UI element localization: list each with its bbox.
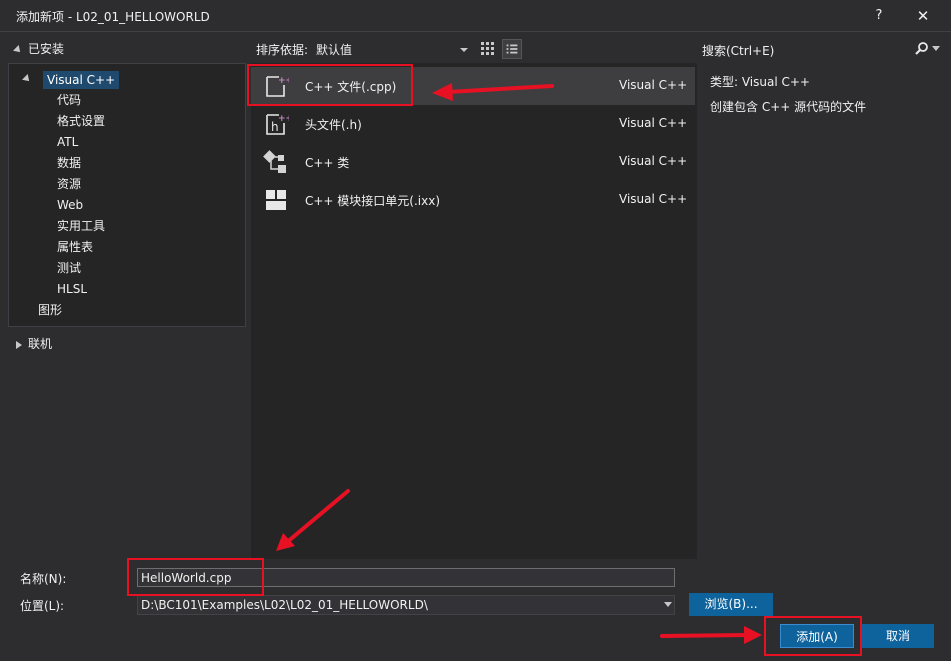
item-name: C++ 模块接口单元(.ixx) xyxy=(305,194,441,208)
tree-node-property-sheets[interactable]: 属性表 xyxy=(57,237,93,258)
item-type: Visual C++ xyxy=(619,116,688,130)
item-name: C++ 类 xyxy=(305,156,350,170)
help-button[interactable]: ? xyxy=(866,4,892,28)
svg-text:++: ++ xyxy=(278,114,289,124)
annotation-box-add-button xyxy=(764,616,862,656)
details-panel xyxy=(698,63,943,559)
name-label: 名称(N): xyxy=(20,572,67,586)
item-type: Visual C++ xyxy=(619,154,688,168)
item-type: Visual C++ xyxy=(619,78,688,92)
template-list: ++ C++ 文件(.cpp) Visual C++ h ++ 头文件(.h) … xyxy=(251,63,697,559)
expand-arrow-icon xyxy=(16,340,22,349)
details-type: 类型: Visual C++ xyxy=(710,73,810,90)
location-label: 位置(L): xyxy=(20,599,65,613)
class-icon xyxy=(263,150,286,173)
annotation-box-name-input xyxy=(127,558,264,596)
installed-label: 已安装 xyxy=(28,42,65,56)
type-label: 类型: xyxy=(710,75,742,89)
tree-node-formatting[interactable]: 格式设置 xyxy=(57,111,105,132)
collapse-arrow-icon xyxy=(13,44,23,55)
sort-dropdown[interactable]: 默认值 xyxy=(316,41,352,58)
list-item-header-file[interactable]: h ++ 头文件(.h) Visual C++ xyxy=(251,105,695,143)
list-view-icon[interactable] xyxy=(502,39,522,59)
tree-node-graphics[interactable]: 图形 xyxy=(38,300,62,321)
browse-button[interactable]: 浏览(B)... xyxy=(689,593,773,616)
type-value: Visual C++ xyxy=(741,75,810,89)
header-file-icon: h ++ xyxy=(266,114,289,135)
tree-node-data[interactable]: 数据 xyxy=(57,153,81,174)
tree-node-visual-cpp[interactable]: Visual C++ xyxy=(43,71,120,89)
online-label: 联机 xyxy=(28,337,53,351)
annotation-box-cpp-item xyxy=(247,64,413,106)
module-icon xyxy=(266,190,286,210)
tree-node-atl[interactable]: ATL xyxy=(57,132,78,153)
tree-node-test[interactable]: 测试 xyxy=(57,258,81,279)
installed-header[interactable]: 已安装 xyxy=(13,40,65,57)
search-placeholder: 搜索(Ctrl+E) xyxy=(702,44,775,58)
tree-node-hlsl[interactable]: HLSL xyxy=(57,279,87,300)
search-icon[interactable] xyxy=(914,41,930,57)
template-tree: Visual C++ 代码 格式设置 ATL 数据 资源 Web 实用工具 属性… xyxy=(8,63,246,327)
cancel-button[interactable]: 取消 xyxy=(862,624,934,648)
list-item-cpp-class[interactable]: C++ 类 Visual C++ xyxy=(251,143,695,181)
details-description: 创建包含 C++ 源代码的文件 xyxy=(710,100,867,114)
chevron-down-icon[interactable] xyxy=(664,602,672,608)
tree-node-resource[interactable]: 资源 xyxy=(57,174,81,195)
chevron-down-icon[interactable] xyxy=(458,42,470,56)
item-name: 头文件(.h) xyxy=(305,118,362,132)
close-button[interactable]: ✕ xyxy=(908,4,938,28)
location-combobox[interactable]: D:\BC101\Examples\L02\L02_01_HELLOWORLD\ xyxy=(137,595,675,615)
tree-node-web[interactable]: Web xyxy=(57,195,83,216)
sort-label: 排序依据: xyxy=(256,43,309,57)
tree-node-utility[interactable]: 实用工具 xyxy=(57,216,105,237)
item-type: Visual C++ xyxy=(619,192,688,206)
chevron-down-icon[interactable] xyxy=(932,46,940,52)
list-item-module[interactable]: C++ 模块接口单元(.ixx) Visual C++ xyxy=(251,181,695,219)
tree-node-code[interactable]: 代码 xyxy=(57,90,81,111)
grid-view-icon[interactable] xyxy=(478,39,498,59)
window-title: 添加新项 - L02_01_HELLOWORLD xyxy=(16,10,210,24)
expand-arrow-icon[interactable] xyxy=(22,74,32,84)
tree-node-online[interactable]: 联机 xyxy=(16,335,52,352)
